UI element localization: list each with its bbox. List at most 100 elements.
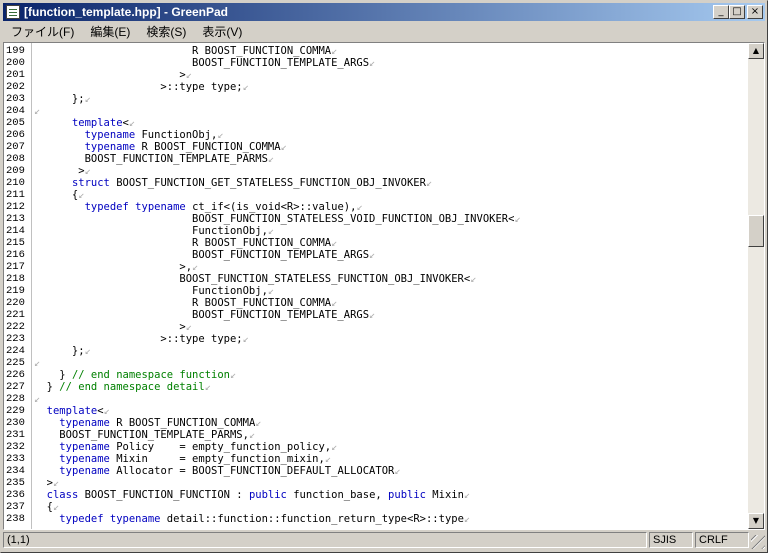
code-line[interactable]: 236 class BOOST_FUNCTION_FUNCTION : publ… bbox=[4, 489, 746, 501]
line-text: >↙ bbox=[34, 477, 60, 489]
code-line[interactable]: 212 typedef typename ct_if<(is_void<R>::… bbox=[4, 201, 746, 213]
menu-file[interactable]: ファイル(F) bbox=[3, 23, 82, 40]
minimize-button[interactable]: _ bbox=[713, 5, 729, 19]
code-line[interactable]: 235 >↙ bbox=[4, 477, 746, 489]
code-line[interactable]: 216 BOOST_FUNCTION_TEMPLATE_ARGS↙ bbox=[4, 249, 746, 261]
code-line[interactable]: 200 BOOST_FUNCTION_TEMPLATE_ARGS↙ bbox=[4, 57, 746, 69]
keyword-token: template bbox=[71, 117, 123, 129]
code-token: } bbox=[34, 369, 72, 381]
code-token: } bbox=[34, 381, 60, 393]
line-text: typename Mixin = empty_function_mixin,↙ bbox=[34, 453, 331, 465]
code-line[interactable]: 208 BOOST_FUNCTION_TEMPLATE_PARMS↙ bbox=[4, 153, 746, 165]
line-text: FunctionObj,↙ bbox=[34, 285, 274, 297]
code-line[interactable]: 228 ↙ bbox=[4, 393, 746, 405]
maximize-button[interactable]: □ bbox=[729, 5, 745, 19]
notepad-icon[interactable] bbox=[6, 5, 20, 19]
eol-marker: ↙ bbox=[242, 333, 249, 345]
code-line[interactable]: 221 BOOST_FUNCTION_TEMPLATE_ARGS↙ bbox=[4, 309, 746, 321]
code-line[interactable]: 224 };↙ bbox=[4, 345, 746, 357]
code-token: > bbox=[34, 165, 85, 177]
menu-view[interactable]: 表示(V) bbox=[194, 23, 250, 40]
keyword-token: typedef bbox=[84, 201, 129, 213]
scroll-thumb[interactable] bbox=[748, 215, 764, 247]
encoding-indicator: SJIS bbox=[649, 532, 693, 548]
scroll-down-button[interactable]: ▼ bbox=[748, 513, 764, 529]
keyword-token: public bbox=[388, 489, 426, 501]
code-line[interactable]: 202 >::type type;↙ bbox=[4, 81, 746, 93]
code-line[interactable]: 222 >↙ bbox=[4, 321, 746, 333]
line-text: typename FunctionObj,↙ bbox=[34, 129, 224, 141]
code-line[interactable]: 217 >,↙ bbox=[4, 261, 746, 273]
code-lines[interactable]: 199 R BOOST_FUNCTION_COMMA↙ 200 BOOST_FUN… bbox=[4, 45, 746, 525]
eol-marker: ↙ bbox=[78, 189, 85, 201]
line-number: 209 bbox=[6, 165, 25, 177]
code-line[interactable]: 206 typename FunctionObj,↙ bbox=[4, 129, 746, 141]
code-line[interactable]: 225 ↙ bbox=[4, 357, 746, 369]
code-token: BOOST_FUNCTION_TEMPLATE_PARMS bbox=[34, 153, 268, 165]
code-line[interactable]: 220 R BOOST_FUNCTION_COMMA↙ bbox=[4, 297, 746, 309]
window-title: [function_template.hpp] - GreenPad bbox=[24, 5, 229, 19]
title-bar[interactable]: [function_template.hpp] - GreenPad _ □ × bbox=[3, 3, 765, 21]
vertical-scrollbar[interactable]: ▲ ▼ bbox=[748, 43, 764, 529]
menu-search[interactable]: 検索(S) bbox=[138, 23, 194, 40]
code-token: > bbox=[34, 69, 186, 81]
code-line[interactable]: 227 } // end namespace detail↙ bbox=[4, 381, 746, 393]
code-token: Mixin = empty_function_mixin, bbox=[109, 453, 325, 465]
close-button[interactable]: × bbox=[747, 5, 763, 19]
code-line[interactable]: 219 FunctionObj,↙ bbox=[4, 285, 746, 297]
keyword-token: typename bbox=[59, 417, 110, 429]
code-line[interactable]: 214 FunctionObj,↙ bbox=[4, 225, 746, 237]
line-number: 220 bbox=[6, 297, 25, 309]
line-number: 225 bbox=[6, 357, 25, 369]
code-line[interactable]: 199 R BOOST_FUNCTION_COMMA↙ bbox=[4, 45, 746, 57]
line-text: typename Policy = empty_function_policy,… bbox=[34, 441, 337, 453]
eol-marker: ↙ bbox=[369, 57, 376, 69]
code-token: }; bbox=[34, 93, 85, 105]
code-line[interactable]: 238 typedef typename detail::function::f… bbox=[4, 513, 746, 525]
line-number: 231 bbox=[6, 429, 25, 441]
eol-marker: ↙ bbox=[356, 201, 363, 213]
code-line[interactable]: 205 template<↙ bbox=[4, 117, 746, 129]
code-line[interactable]: 229 template<↙ bbox=[4, 405, 746, 417]
code-line[interactable]: 210 struct BOOST_FUNCTION_GET_STATELESS_… bbox=[4, 177, 746, 189]
eol-marker: ↙ bbox=[84, 93, 91, 105]
code-token: ct_if<(is_void<R>::value), bbox=[185, 201, 357, 213]
code-line[interactable]: 211 {↙ bbox=[4, 189, 746, 201]
code-line[interactable]: 234 typename Allocator = BOOST_FUNCTION_… bbox=[4, 465, 746, 477]
code-line[interactable]: 223 >::type type;↙ bbox=[4, 333, 746, 345]
code-line[interactable]: 201 >↙ bbox=[4, 69, 746, 81]
text-editor[interactable]: 199 R BOOST_FUNCTION_COMMA↙ 200 BOOST_FUN… bbox=[3, 42, 765, 530]
line-text: R BOOST_FUNCTION_COMMA↙ bbox=[34, 237, 337, 249]
code-token: R BOOST_FUNCTION_COMMA bbox=[34, 237, 332, 249]
eol-marker: ↙ bbox=[185, 321, 193, 333]
code-line[interactable]: 213 BOOST_FUNCTION_STATELESS_VOID_FUNCTI… bbox=[4, 213, 746, 225]
code-line[interactable]: 230 typename R BOOST_FUNCTION_COMMA↙ bbox=[4, 417, 746, 429]
keyword-token: struct bbox=[71, 177, 110, 189]
scroll-up-button[interactable]: ▲ bbox=[748, 43, 764, 59]
code-line[interactable]: 215 R BOOST_FUNCTION_COMMA↙ bbox=[4, 237, 746, 249]
code-line[interactable]: 209 >↙ bbox=[4, 165, 746, 177]
code-line[interactable]: 203 };↙ bbox=[4, 93, 746, 105]
code-line[interactable]: 207 typename R BOOST_FUNCTION_COMMA↙ bbox=[4, 141, 746, 153]
code-line[interactable]: 218 BOOST_FUNCTION_STATELESS_FUNCTION_OB… bbox=[4, 273, 746, 285]
code-line[interactable]: 233 typename Mixin = empty_function_mixi… bbox=[4, 453, 746, 465]
menu-edit[interactable]: 編集(E) bbox=[82, 23, 138, 40]
code-line[interactable]: 226 } // end namespace function↙ bbox=[4, 369, 746, 381]
code-line[interactable]: 237 {↙ bbox=[4, 501, 746, 513]
line-number: 200 bbox=[6, 57, 25, 69]
cursor-position: (1,1) bbox=[3, 532, 647, 548]
eol-marker: ↙ bbox=[128, 117, 136, 129]
resize-grip[interactable] bbox=[751, 535, 765, 549]
code-line[interactable]: 231 BOOST_FUNCTION_TEMPLATE_PARMS,↙ bbox=[4, 429, 746, 441]
code-token: R BOOST_FUNCTION_COMMA bbox=[109, 417, 256, 429]
keyword-token: typename bbox=[59, 441, 110, 453]
line-text: R BOOST_FUNCTION_COMMA↙ bbox=[34, 45, 337, 57]
line-ending-indicator: CRLF bbox=[695, 532, 749, 548]
line-number: 211 bbox=[6, 189, 25, 201]
code-line[interactable]: 232 typename Policy = empty_function_pol… bbox=[4, 441, 746, 453]
line-number: 204 bbox=[6, 105, 25, 117]
code-line[interactable]: 204 ↙ bbox=[4, 105, 746, 117]
